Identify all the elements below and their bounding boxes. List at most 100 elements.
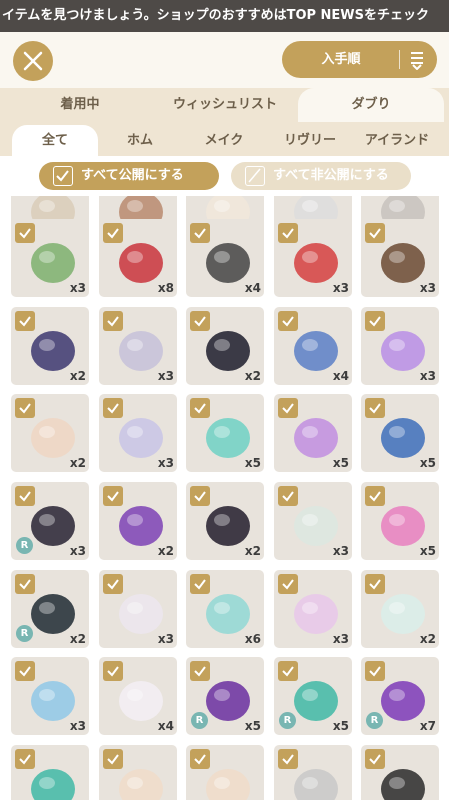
public-checkbox-icon[interactable] bbox=[15, 661, 35, 681]
tab-island[interactable]: アイランド bbox=[352, 125, 442, 156]
make-all-private-label: すべて非公開にする bbox=[273, 168, 389, 183]
public-checkbox-icon[interactable] bbox=[278, 398, 298, 418]
item-cell[interactable]: x4 bbox=[274, 307, 352, 385]
item-cell[interactable]: x2 bbox=[361, 570, 439, 648]
public-checkbox-icon[interactable] bbox=[278, 661, 298, 681]
item-quantity: x4 bbox=[244, 281, 261, 295]
item-cell[interactable]: x3 bbox=[274, 219, 352, 297]
item-cell[interactable] bbox=[11, 745, 89, 800]
public-checkbox-icon[interactable] bbox=[278, 311, 298, 331]
item-cell[interactable]: Rx2 bbox=[11, 570, 89, 648]
close-button[interactable] bbox=[13, 41, 53, 81]
item-cell[interactable] bbox=[274, 745, 352, 800]
item-cell[interactable]: Rx7 bbox=[361, 657, 439, 735]
item-cell[interactable]: Rx5 bbox=[186, 657, 264, 735]
item-cell[interactable]: x4 bbox=[99, 657, 177, 735]
news-ticker: イテムを見つけましょう。ショップのおすすめはTOP NEWSをチェック bbox=[0, 0, 449, 32]
item-cell[interactable]: x3 bbox=[274, 482, 352, 560]
public-checkbox-icon[interactable] bbox=[365, 311, 385, 331]
sort-button[interactable]: 入手順 bbox=[282, 41, 437, 78]
public-checkbox-icon[interactable] bbox=[365, 486, 385, 506]
item-quantity: x3 bbox=[419, 281, 436, 295]
tab-makeup[interactable]: メイク bbox=[184, 125, 264, 156]
public-checkbox-icon[interactable] bbox=[365, 574, 385, 594]
tab-wishlist[interactable]: ウィッシュリスト bbox=[150, 88, 300, 122]
item-cell[interactable]: x8 bbox=[99, 219, 177, 297]
public-checkbox-icon[interactable] bbox=[278, 749, 298, 769]
public-checkbox-icon[interactable] bbox=[103, 661, 123, 681]
public-checkbox-icon[interactable] bbox=[190, 661, 210, 681]
public-checkbox-icon[interactable] bbox=[15, 311, 35, 331]
item-cell[interactable]: x4 bbox=[186, 219, 264, 297]
tab-duplicates[interactable]: ダブり bbox=[298, 88, 444, 122]
public-checkbox-icon[interactable] bbox=[365, 661, 385, 681]
item-quantity: x2 bbox=[69, 369, 86, 383]
make-all-private-button[interactable]: すべて非公開にする bbox=[231, 162, 411, 190]
public-checkbox-icon[interactable] bbox=[190, 311, 210, 331]
public-checkbox-icon[interactable] bbox=[103, 311, 123, 331]
public-checkbox-icon[interactable] bbox=[365, 223, 385, 243]
item-cell[interactable]: x3 bbox=[99, 307, 177, 385]
item-cell[interactable]: x3 bbox=[361, 307, 439, 385]
public-checkbox-icon[interactable] bbox=[15, 223, 35, 243]
item-cell[interactable] bbox=[186, 745, 264, 800]
item-quantity: x7 bbox=[419, 719, 436, 733]
public-checkbox-icon[interactable] bbox=[15, 749, 35, 769]
public-checkbox-icon[interactable] bbox=[15, 486, 35, 506]
public-checkbox-icon[interactable] bbox=[190, 574, 210, 594]
public-checkbox-icon[interactable] bbox=[278, 223, 298, 243]
public-checkbox-icon[interactable] bbox=[103, 486, 123, 506]
public-checkbox-icon[interactable] bbox=[278, 574, 298, 594]
item-cell[interactable]: x2 bbox=[99, 482, 177, 560]
public-checkbox-icon[interactable] bbox=[190, 223, 210, 243]
tab-wearing[interactable]: 着用中 bbox=[30, 88, 130, 122]
item-cell[interactable]: x3 bbox=[11, 657, 89, 735]
item-cell[interactable]: x5 bbox=[274, 394, 352, 472]
item-cell[interactable]: x3 bbox=[99, 394, 177, 472]
public-checkbox-icon[interactable] bbox=[103, 398, 123, 418]
item-cell[interactable]: x5 bbox=[186, 394, 264, 472]
public-checkbox-icon[interactable] bbox=[278, 486, 298, 506]
item-quantity: x2 bbox=[244, 544, 261, 558]
item-quantity: x3 bbox=[69, 719, 86, 733]
item-cell[interactable]: x2 bbox=[11, 307, 89, 385]
public-checkbox-icon[interactable] bbox=[15, 574, 35, 594]
item-cell[interactable]: x3 bbox=[274, 570, 352, 648]
item-quantity: x3 bbox=[332, 544, 349, 558]
public-checkbox-icon[interactable] bbox=[190, 749, 210, 769]
item-cell[interactable]: x2 bbox=[186, 307, 264, 385]
item-cell[interactable]: Rx5 bbox=[274, 657, 352, 735]
item-cell[interactable]: x3 bbox=[361, 219, 439, 297]
make-all-public-button[interactable]: すべて公開にする bbox=[39, 162, 219, 190]
public-checkbox-icon[interactable] bbox=[190, 486, 210, 506]
checkbox-icon bbox=[53, 166, 73, 186]
item-quantity: x4 bbox=[332, 369, 349, 383]
public-checkbox-icon[interactable] bbox=[103, 223, 123, 243]
item-quantity: x4 bbox=[157, 719, 174, 733]
item-cell[interactable]: x2 bbox=[186, 482, 264, 560]
item-cell[interactable]: Rx3 bbox=[11, 482, 89, 560]
news-ticker-text: イテムを見つけましょう。ショップのおすすめはTOP NEWSをチェック bbox=[2, 8, 430, 23]
item-cell[interactable]: x6 bbox=[186, 570, 264, 648]
public-checkbox-icon[interactable] bbox=[15, 398, 35, 418]
item-cell[interactable] bbox=[361, 745, 439, 800]
public-checkbox-icon[interactable] bbox=[365, 398, 385, 418]
item-cell[interactable]: x3 bbox=[11, 219, 89, 297]
item-cell[interactable]: x5 bbox=[361, 394, 439, 472]
tab-livly[interactable]: リヴリー bbox=[270, 125, 350, 156]
item-cell[interactable] bbox=[99, 745, 177, 800]
item-quantity: x2 bbox=[69, 456, 86, 470]
item-quantity: x2 bbox=[157, 544, 174, 558]
public-checkbox-icon[interactable] bbox=[190, 398, 210, 418]
public-checkbox-icon[interactable] bbox=[103, 574, 123, 594]
public-checkbox-icon[interactable] bbox=[103, 749, 123, 769]
item-cell[interactable]: x2 bbox=[11, 394, 89, 472]
tab-home[interactable]: ホム bbox=[100, 125, 180, 156]
primary-tabs: 着用中 ウィッシュリスト ダブり bbox=[0, 88, 449, 122]
tab-all[interactable]: 全て bbox=[12, 125, 98, 156]
item-quantity: x5 bbox=[244, 719, 261, 733]
item-cell[interactable]: x3 bbox=[99, 570, 177, 648]
item-cell[interactable]: x5 bbox=[361, 482, 439, 560]
rare-badge: R bbox=[279, 712, 296, 729]
public-checkbox-icon[interactable] bbox=[365, 749, 385, 769]
